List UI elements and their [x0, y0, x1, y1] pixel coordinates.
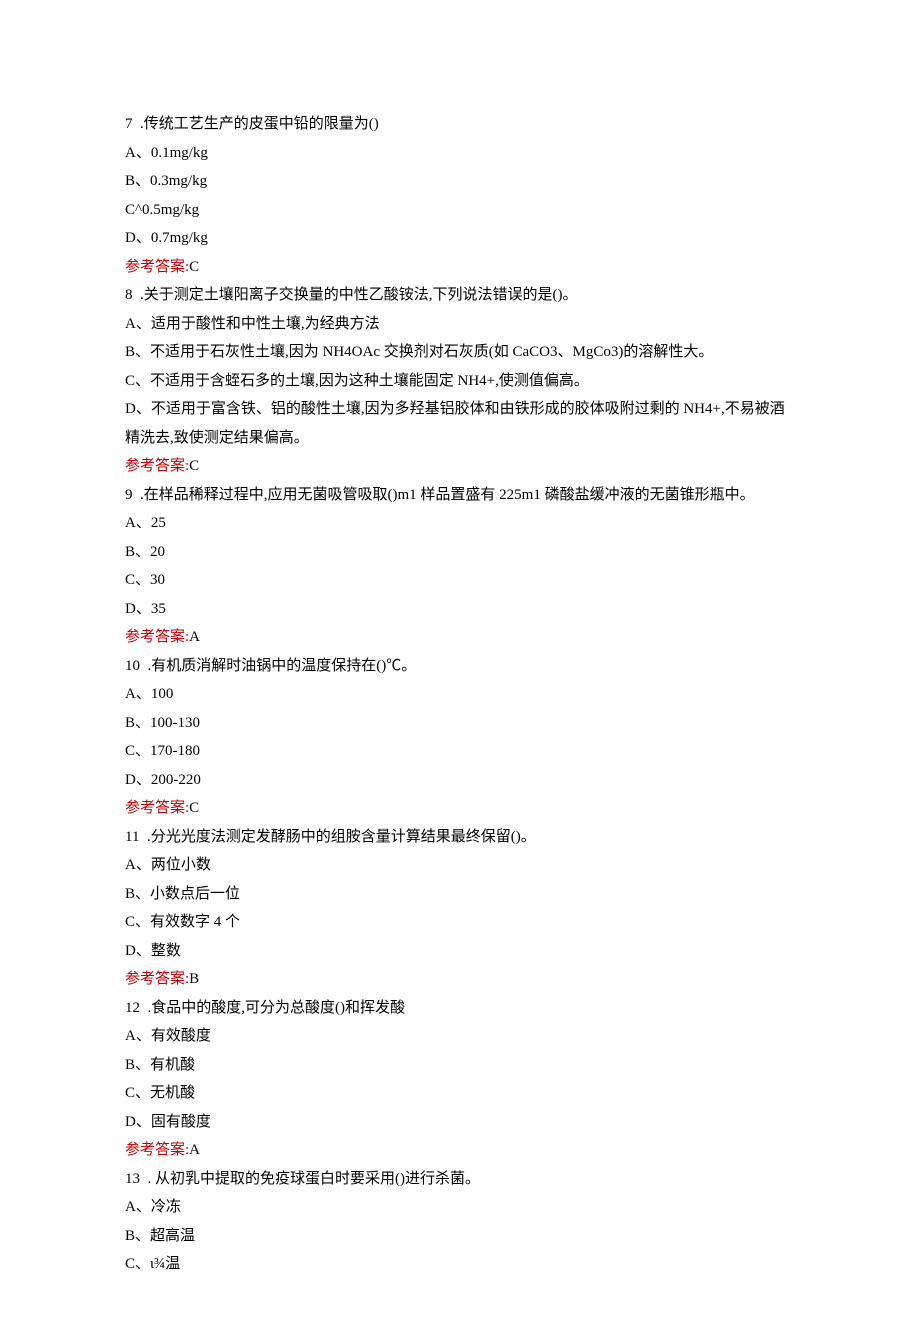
question-stem-text: .传统工艺生产的皮蛋中铅的限量为() — [140, 116, 379, 132]
question-option: D、不适用于富含铁、铝的酸性土壤,因为多羟基铝胶体和由铁形成的胶体吸附过剩的 N… — [125, 395, 795, 452]
question-option: B、有机酸 — [125, 1051, 795, 1080]
answer-value: A — [189, 629, 200, 645]
question-option: A、适用于酸性和中性土壤,为经典方法 — [125, 310, 795, 339]
question-stem: 7 .传统工艺生产的皮蛋中铅的限量为() — [125, 110, 795, 139]
answer-line: 参考答案:C — [125, 452, 795, 481]
answer-value: B — [189, 971, 199, 987]
question-stem: 8 .关于测定土壤阳离子交换量的中性乙酸铵法,下列说法错误的是()。 — [125, 281, 795, 310]
answer-label: 参考答案: — [125, 259, 189, 275]
answer-label: 参考答案: — [125, 629, 189, 645]
answer-label: 参考答案: — [125, 971, 189, 987]
question-stem: 12 .食品中的酸度,可分为总酸度()和挥发酸 — [125, 994, 795, 1023]
question-stem: 11 .分光光度法测定发酵肠中的组胺含量计算结果最终保留()。 — [125, 823, 795, 852]
answer-line: 参考答案:A — [125, 623, 795, 652]
question-number: 11 — [125, 829, 139, 845]
question-option: B、不适用于石灰性土壤,因为 NH4OAc 交换剂对石灰质(如 CaCO3、Mg… — [125, 338, 795, 367]
question-option: D、整数 — [125, 937, 795, 966]
question-option: D、固有酸度 — [125, 1108, 795, 1137]
question-option: A、25 — [125, 509, 795, 538]
answer-value: C — [189, 458, 199, 474]
question-option: A、100 — [125, 680, 795, 709]
question-option: C、ι¾温 — [125, 1250, 795, 1279]
question-option: B、超高温 — [125, 1222, 795, 1251]
question-option: C、不适用于含蛭石多的土壤,因为这种土壤能固定 NH4+,使测值偏高。 — [125, 367, 795, 396]
question-number-gap — [133, 287, 141, 303]
question-option: D、0.7mg/kg — [125, 224, 795, 253]
answer-line: 参考答案:A — [125, 1136, 795, 1165]
question-number-gap — [140, 1171, 148, 1187]
question-option: C、有效数字 4 个 — [125, 908, 795, 937]
question-option: A、有效酸度 — [125, 1022, 795, 1051]
question-number-gap — [140, 1000, 148, 1016]
question-option: B、0.3mg/kg — [125, 167, 795, 196]
question-option: A、0.1mg/kg — [125, 139, 795, 168]
question-number-gap — [133, 487, 141, 503]
answer-label: 参考答案: — [125, 800, 189, 816]
question-number: 13 — [125, 1171, 140, 1187]
question-stem: 10 .有机质消解时油锅中的温度保持在()℃。 — [125, 652, 795, 681]
question-option: A、两位小数 — [125, 851, 795, 880]
answer-line: 参考答案:C — [125, 794, 795, 823]
answer-label: 参考答案: — [125, 458, 189, 474]
question-stem: 9 .在样品稀释过程中,应用无菌吸管吸取()m1 样品置盛有 225m1 磷酸盐… — [125, 481, 795, 510]
question-option: D、35 — [125, 595, 795, 624]
question-stem-text: .分光光度法测定发酵肠中的组胺含量计算结果最终保留()。 — [147, 829, 536, 845]
question-option: A、冷冻 — [125, 1193, 795, 1222]
question-stem-text: .食品中的酸度,可分为总酸度()和挥发酸 — [148, 1000, 406, 1016]
question-option: B、100-130 — [125, 709, 795, 738]
question-number: 7 — [125, 116, 133, 132]
question-stem-text: .在样品稀释过程中,应用无菌吸管吸取()m1 样品置盛有 225m1 磷酸盐缓冲… — [140, 487, 755, 503]
question-number-gap — [140, 658, 148, 674]
question-number: 12 — [125, 1000, 140, 1016]
question-stem: 13 . 从初乳中提取的免疫球蛋白时要采用()进行杀菌。 — [125, 1165, 795, 1194]
question-stem-text: . 从初乳中提取的免疫球蛋白时要采用()进行杀菌。 — [148, 1171, 481, 1187]
question-stem-text: .有机质消解时油锅中的温度保持在()℃。 — [148, 658, 417, 674]
answer-line: 参考答案:C — [125, 253, 795, 282]
question-option: C、无机酸 — [125, 1079, 795, 1108]
document-page: 7 .传统工艺生产的皮蛋中铅的限量为()A、0.1mg/kgB、0.3mg/kg… — [0, 0, 920, 1339]
answer-line: 参考答案:B — [125, 965, 795, 994]
question-number-gap — [139, 829, 147, 845]
question-number-gap — [133, 116, 141, 132]
answer-value: A — [189, 1142, 200, 1158]
question-option: B、20 — [125, 538, 795, 567]
answer-value: C — [189, 800, 199, 816]
question-option: C^0.5mg/kg — [125, 196, 795, 225]
question-option: B、小数点后一位 — [125, 880, 795, 909]
question-number: 8 — [125, 287, 133, 303]
question-option: C、30 — [125, 566, 795, 595]
question-option: D、200-220 — [125, 766, 795, 795]
answer-label: 参考答案: — [125, 1142, 189, 1158]
answer-value: C — [189, 259, 199, 275]
question-stem-text: .关于测定土壤阳离子交换量的中性乙酸铵法,下列说法错误的是()。 — [140, 287, 578, 303]
question-number: 10 — [125, 658, 140, 674]
question-option: C、170-180 — [125, 737, 795, 766]
question-number: 9 — [125, 487, 133, 503]
